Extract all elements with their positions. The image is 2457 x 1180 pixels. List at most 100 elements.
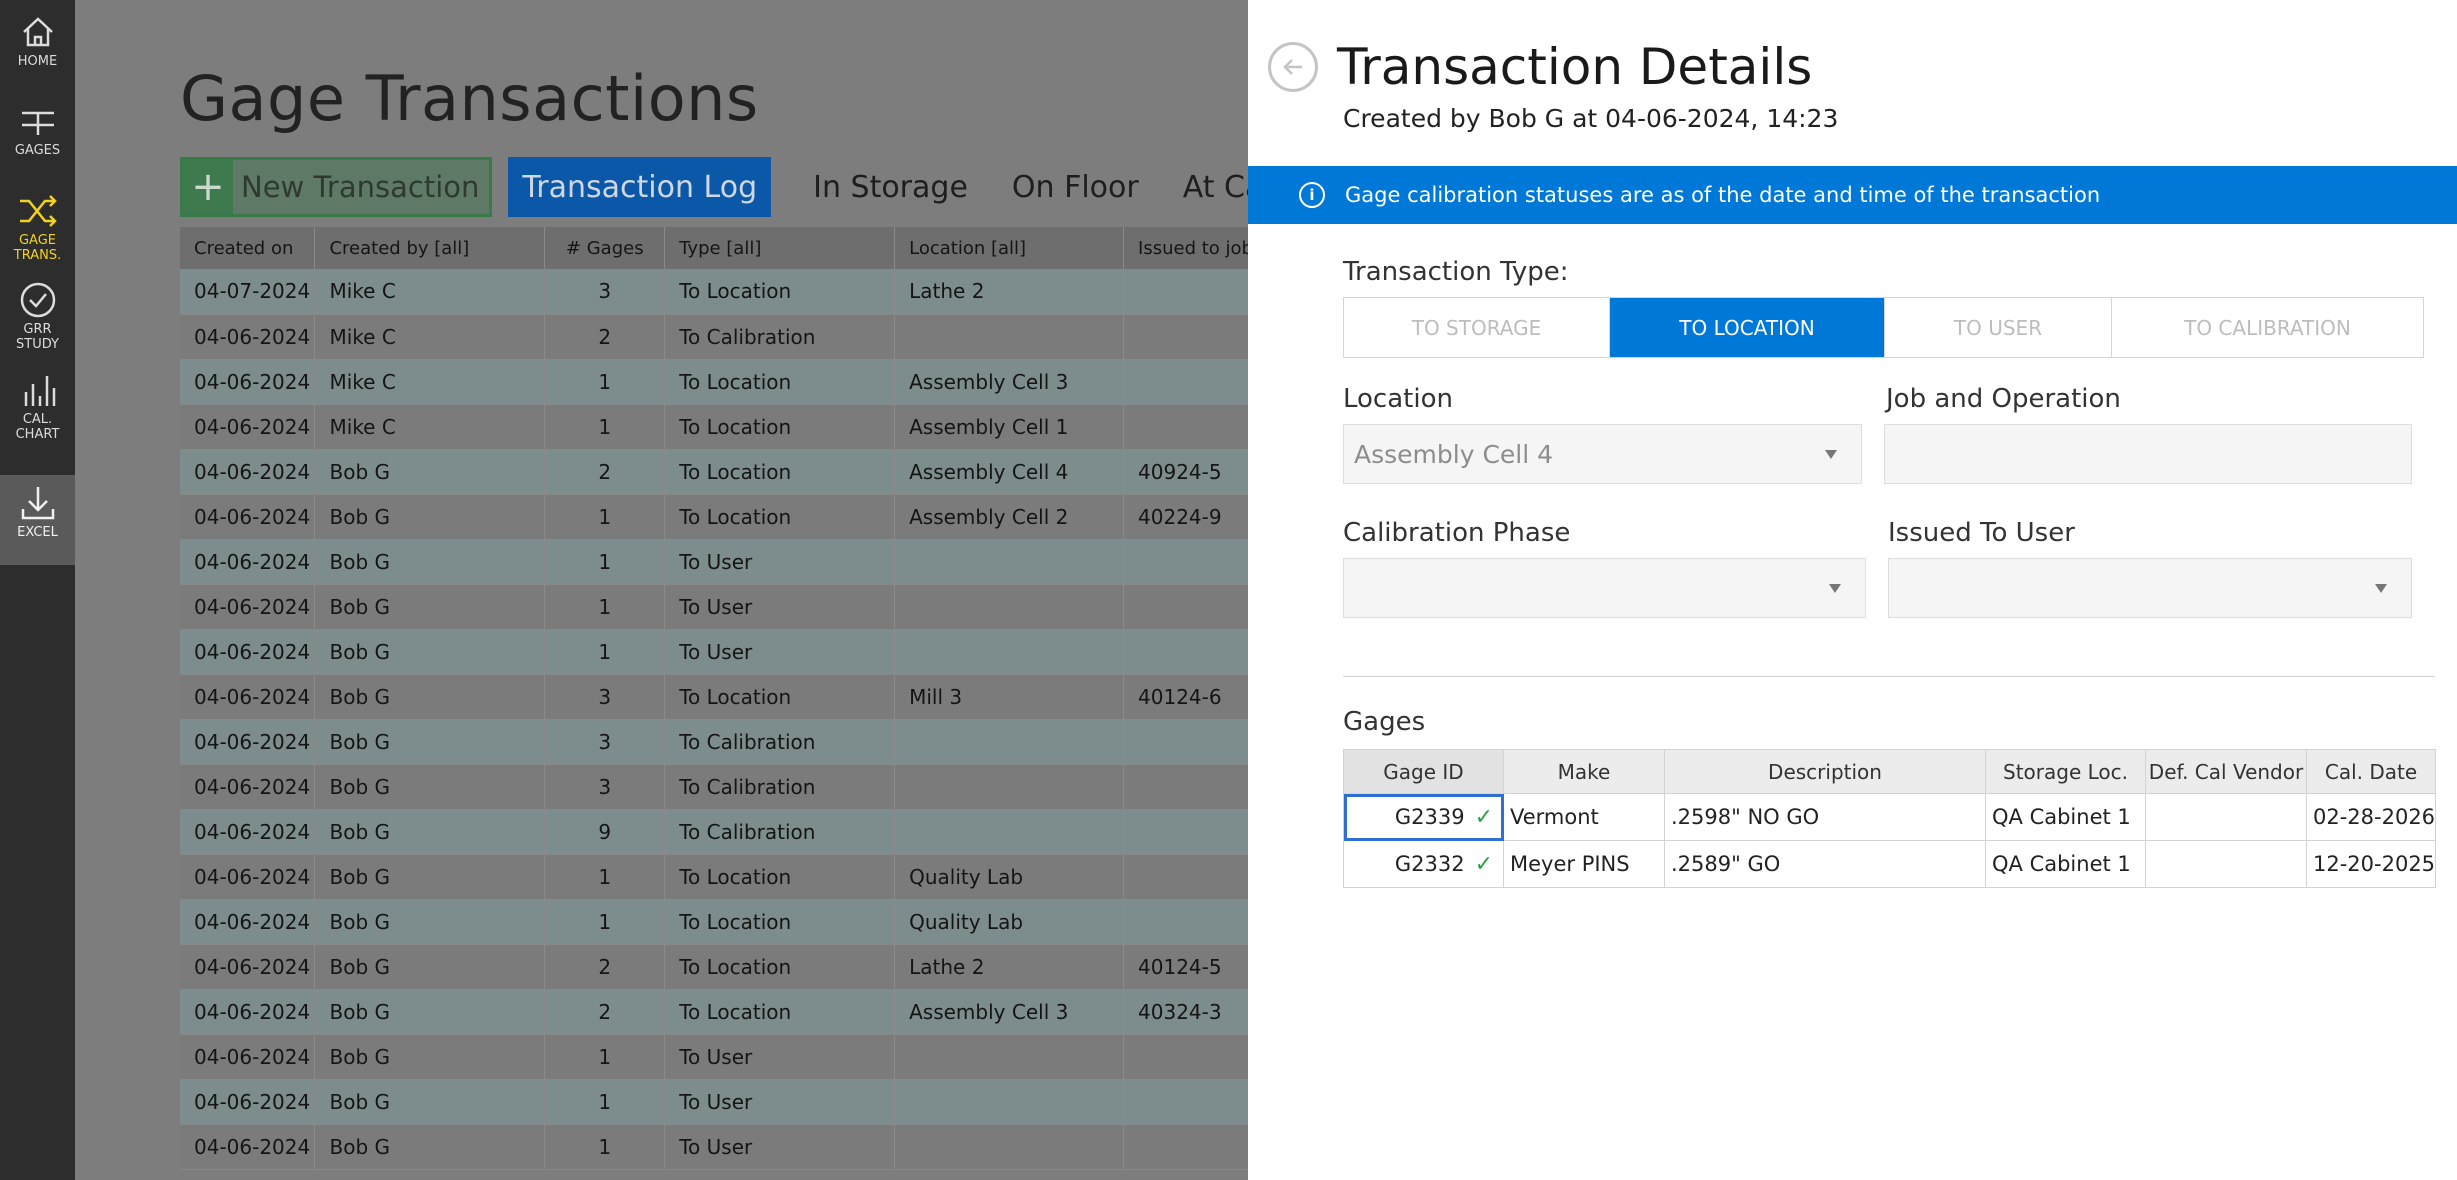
sidebar-item-grr-study[interactable]: GRR STUDY (0, 272, 75, 360)
table-row[interactable]: 04-06-2024 Bob G 3 To Location Mill 3 40124-6 (180, 674, 1248, 720)
gage-row[interactable]: G2332 ✓ Meyer PINS .2589" GO QA Cabinet 1… (1343, 840, 2437, 888)
type-option-to-location[interactable]: TO LOCATION (1610, 298, 1885, 357)
tab-on-floor[interactable]: On Floor (990, 157, 1161, 217)
column-header-make[interactable]: Make (1503, 749, 1665, 794)
table-row[interactable]: 04-06-2024 Bob G 2 To Location Lathe 2 40124-… (180, 944, 1248, 990)
gage-storage-cell[interactable]: QA Cabinet 1 (1985, 840, 2146, 888)
sidebar-item-gages[interactable]: GAGES (0, 93, 75, 181)
table-row[interactable]: 04-06-2024 Bob G 2 To Location Assembly Cell… (180, 449, 1248, 495)
created-on-cell: 04-06-2024 (180, 809, 316, 855)
job-operation-input[interactable] (1884, 424, 2412, 484)
location-cell (894, 314, 1125, 360)
table-row[interactable]: 04-06-2024 Mike C 1 To Location Assembly Cel… (180, 359, 1248, 405)
new-transaction-button[interactable]: + New Transaction (180, 157, 493, 217)
column-header-gage-id[interactable]: Gage ID (1343, 749, 1504, 794)
created-by-cell: Bob G (314, 854, 546, 900)
issued-to-job-cell (1123, 584, 1248, 630)
gages-count-cell: 1 (544, 404, 666, 450)
location-cell: Quality Lab (894, 899, 1125, 945)
type-option-to-storage[interactable]: TO STORAGE (1344, 298, 1610, 357)
location-cell: Lathe 2 (894, 269, 1125, 315)
column-header-description[interactable]: Description (1664, 749, 1986, 794)
created-on-cell: 04-06-2024 (180, 1124, 316, 1170)
table-row[interactable]: 04-06-2024 Bob G 1 To User (180, 1079, 1248, 1125)
back-button[interactable] (1268, 42, 1318, 92)
table-row[interactable]: 04-06-2024 Bob G 1 To User (180, 1034, 1248, 1080)
table-row[interactable]: 04-06-2024 Bob G 3 To Calibration (180, 764, 1248, 810)
location-label: Location (1343, 384, 1453, 414)
column-header-storage-loc[interactable]: Storage Loc. (1985, 749, 2146, 794)
gage-description-cell[interactable]: .2598" NO GO (1664, 793, 1986, 841)
table-row[interactable]: 04-06-2024 Bob G 9 To Calibration (180, 809, 1248, 855)
gage-cal-date-cell[interactable]: 02-28-2026 (2305, 793, 2437, 841)
sidebar-item-gage-trans[interactable]: GAGE TRANS. (0, 183, 75, 271)
column-header-type[interactable]: Type [all] (664, 227, 896, 269)
gage-row[interactable]: G2339 ✓ Vermont .2598" NO GO QA Cabinet 1… (1343, 793, 2437, 841)
gages-count-cell: 3 (544, 269, 666, 315)
gages-count-cell: 1 (544, 1034, 666, 1080)
gages-count-cell: 9 (544, 809, 666, 855)
type-cell: To Location (664, 989, 896, 1035)
column-header-created-on[interactable]: Created on (180, 227, 316, 269)
table-row[interactable]: 04-06-2024 Bob G 3 To Calibration (180, 719, 1248, 765)
column-header-gages-count[interactable]: # Gages (544, 227, 666, 269)
created-on-cell: 04-07-2024 (180, 269, 316, 315)
column-header-created-by[interactable]: Created by [all] (314, 227, 546, 269)
table-row[interactable]: 04-06-2024 Bob G 1 To Location Assembly Cell… (180, 494, 1248, 540)
sidebar-item-cal-chart[interactable]: CAL. CHART (0, 362, 75, 450)
table-row[interactable]: 04-06-2024 Mike C 2 To Calibration (180, 314, 1248, 360)
divider (1343, 676, 2435, 677)
gage-vendor-cell[interactable] (2145, 793, 2307, 841)
created-by-cell: Bob G (314, 719, 546, 765)
type-cell: To Calibration (664, 764, 896, 810)
gage-make-cell[interactable]: Vermont (1503, 793, 1665, 841)
gage-description-cell[interactable]: .2589" GO (1664, 840, 1986, 888)
type-option-to-user[interactable]: TO USER (1885, 298, 2112, 357)
tab-transaction-log[interactable]: Transaction Log (508, 157, 772, 217)
issued-to-job-cell (1123, 719, 1248, 765)
bar-chart-icon (16, 368, 60, 412)
table-row[interactable]: 04-06-2024 Bob G 1 To User (180, 1124, 1248, 1170)
table-row[interactable]: 04-06-2024 Bob G 1 To User (180, 629, 1248, 675)
table-row[interactable]: 04-06-2024 Bob G 1 To User (180, 539, 1248, 585)
gage-vendor-cell[interactable] (2145, 840, 2307, 888)
sidebar-item-home[interactable]: HOME (0, 4, 75, 92)
gage-id-cell[interactable]: G2339 ✓ (1343, 793, 1504, 841)
calibration-phase-select[interactable] (1343, 558, 1866, 618)
gage-id-cell[interactable]: G2332 ✓ (1343, 840, 1504, 888)
gages-count-cell: 2 (544, 449, 666, 495)
created-by-cell: Bob G (314, 1034, 546, 1080)
gages-count-cell: 2 (544, 944, 666, 990)
column-header-cal-date[interactable]: Cal. Date (2305, 749, 2437, 794)
issued-to-job-cell: 40124-5 (1123, 944, 1248, 990)
gage-cal-date-cell[interactable]: 12-20-2025 (2305, 840, 2437, 888)
created-by-cell: Bob G (314, 899, 546, 945)
job-operation-label: Job and Operation (1886, 384, 2121, 414)
type-cell: To User (664, 1124, 896, 1170)
table-row[interactable]: 04-06-2024 Mike C 1 To Location Assembly Cel… (180, 404, 1248, 450)
issued-to-job-cell (1123, 1079, 1248, 1125)
tab-at-calibration[interactable]: At Calibrat (1161, 157, 1248, 217)
created-by-cell: Bob G (314, 1124, 546, 1170)
gage-make-cell[interactable]: Meyer PINS (1503, 840, 1665, 888)
table-row[interactable]: 04-07-2024 Mike C 3 To Location Lathe 2 (180, 269, 1248, 315)
download-icon (16, 481, 60, 525)
transaction-details-panel: Transaction Details Created by Bob G at … (1248, 0, 2457, 1180)
type-option-to-calibration[interactable]: TO CALIBRATION (2112, 298, 2423, 357)
table-row[interactable]: 04-06-2024 Bob G 1 To Location Quality Lab (180, 854, 1248, 900)
column-header-location[interactable]: Location [all] (894, 227, 1125, 269)
sidebar-item-label: GAGES (14, 143, 61, 158)
gages-count-cell: 2 (544, 989, 666, 1035)
column-header-def-cal-vendor[interactable]: Def. Cal Vendor (2145, 749, 2307, 794)
table-row[interactable]: 04-06-2024 Bob G 1 To Location Quality Lab (180, 899, 1248, 945)
created-by-cell: Bob G (314, 764, 546, 810)
sidebar-item-excel[interactable]: EXCEL (0, 475, 75, 565)
gage-storage-cell[interactable]: QA Cabinet 1 (1985, 793, 2146, 841)
column-header-issued-to-job[interactable]: Issued to job (1123, 227, 1248, 269)
created-by-cell: Bob G (314, 809, 546, 855)
table-row[interactable]: 04-06-2024 Bob G 1 To User (180, 584, 1248, 630)
tab-in-storage[interactable]: In Storage (791, 157, 990, 217)
issued-to-user-select[interactable] (1888, 558, 2412, 618)
table-row[interactable]: 04-06-2024 Bob G 2 To Location Assembly Cell… (180, 989, 1248, 1035)
location-select[interactable]: Assembly Cell 4 (1343, 424, 1862, 484)
